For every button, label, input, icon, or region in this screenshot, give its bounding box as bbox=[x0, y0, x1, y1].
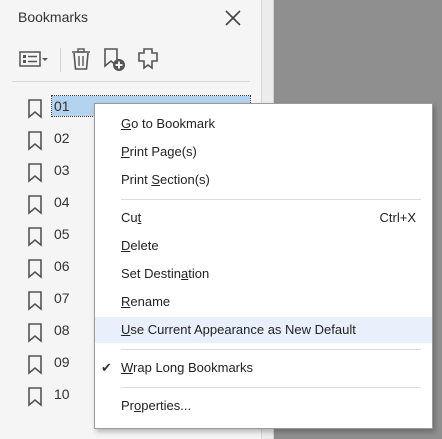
new-bookmark-icon bbox=[101, 46, 127, 75]
delete-bookmark-button[interactable] bbox=[68, 46, 94, 74]
menu-item[interactable]: Cut Ctrl+X bbox=[95, 205, 432, 231]
menu-shortcut: Ctrl+X bbox=[379, 210, 416, 225]
trash-icon bbox=[70, 47, 92, 74]
menu-item-label: Properties... bbox=[121, 398, 192, 413]
bookmark-label: 06 bbox=[54, 258, 70, 274]
menu-item-label: Set Destination bbox=[121, 266, 210, 281]
menu-separator bbox=[121, 199, 421, 200]
menu-separator bbox=[121, 349, 421, 350]
expand-bookmark-icon bbox=[135, 46, 161, 75]
menu-item[interactable]: Go to Bookmark bbox=[95, 111, 432, 137]
bookmark-icon bbox=[27, 163, 43, 183]
menu-item[interactable]: Rename bbox=[95, 289, 432, 315]
menu-item-label: Print Section(s) bbox=[121, 172, 210, 187]
menu-item[interactable]: Delete bbox=[95, 233, 432, 259]
menu-item-label: Use Current Appearance as New Default bbox=[121, 322, 356, 337]
checkmark-icon: ✔ bbox=[101, 360, 112, 375]
bookmark-icon bbox=[27, 387, 43, 407]
bookmark-icon bbox=[27, 227, 43, 247]
menu-item[interactable]: Print Page(s) bbox=[95, 139, 432, 165]
bookmark-icon bbox=[27, 131, 43, 151]
bookmark-label: 02 bbox=[54, 130, 70, 146]
menu-item-label: Print Page(s) bbox=[121, 144, 197, 159]
bookmark-label: 05 bbox=[54, 226, 70, 242]
options-menu-icon bbox=[17, 49, 51, 72]
bookmark-icon bbox=[27, 195, 43, 215]
bookmark-icon bbox=[27, 291, 43, 311]
bookmark-label: 10 bbox=[54, 386, 70, 402]
new-bookmark-button[interactable] bbox=[100, 46, 128, 74]
panel-title: Bookmarks bbox=[18, 9, 89, 25]
menu-item-label: Wrap Long Bookmarks bbox=[121, 360, 253, 375]
menu-item[interactable]: ✔ Wrap Long Bookmarks bbox=[95, 355, 432, 381]
menu-item[interactable]: Use Current Appearance as New Default bbox=[95, 317, 432, 343]
menu-item[interactable]: Set Destination bbox=[95, 261, 432, 287]
menu-item-label: Delete bbox=[121, 238, 159, 253]
bookmark-icon bbox=[27, 355, 43, 375]
close-icon[interactable] bbox=[222, 7, 244, 29]
bookmark-icon bbox=[27, 259, 43, 279]
bookmark-label: 04 bbox=[54, 194, 70, 210]
context-menu: Go to Bookmark Print Page(s) Print Section… bbox=[94, 103, 433, 429]
toolbar-divider bbox=[60, 48, 61, 72]
menu-item-label: Rename bbox=[121, 294, 171, 309]
bookmark-icon bbox=[27, 323, 43, 343]
bookmark-icon bbox=[27, 99, 43, 119]
bookmark-label: 03 bbox=[54, 162, 70, 178]
menu-item-label: Cut bbox=[121, 210, 142, 225]
toolbar-separator bbox=[12, 81, 250, 82]
menu-item-label: Go to Bookmark bbox=[121, 116, 215, 131]
bookmark-label: 09 bbox=[54, 354, 70, 370]
bookmark-label: 08 bbox=[54, 322, 70, 338]
menu-item[interactable]: Properties... bbox=[95, 393, 432, 419]
menu-separator bbox=[121, 387, 421, 388]
menu-item[interactable]: Print Section(s) bbox=[95, 167, 432, 193]
expand-bookmark-button[interactable] bbox=[134, 46, 162, 74]
bookmark-label: 07 bbox=[54, 290, 70, 306]
options-menu-button[interactable] bbox=[16, 46, 52, 74]
